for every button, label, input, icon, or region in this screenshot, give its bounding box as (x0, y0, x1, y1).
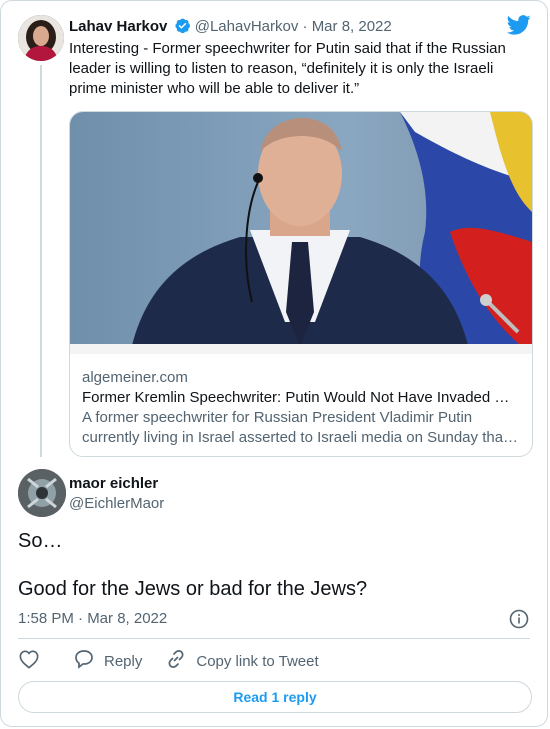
reply-text: So… Good for the Jews or bad for the Jew… (18, 529, 533, 601)
reply-text-line-1: So… (18, 530, 63, 552)
reply-author-handle[interactable]: @EichlerMaor (69, 494, 164, 514)
tweet-header: Lahav Harkov @LahavHarkov · Mar 8, 2022 (69, 17, 392, 38)
verified-badge-icon (174, 17, 191, 38)
link-preview-image (70, 112, 532, 355)
reply-label: Reply (104, 652, 143, 670)
tweet-date[interactable]: Mar 8, 2022 (312, 18, 392, 35)
header-separator: · (302, 18, 308, 35)
copy-link-label: Copy link to Tweet (196, 652, 319, 670)
link-description: A former speechwriter for Russian Presid… (82, 409, 519, 446)
tweet-embed-card: Lahav Harkov @LahavHarkov · Mar 8, 2022 … (0, 0, 548, 727)
reply-header: maor eichler @EichlerMaor (69, 474, 164, 514)
twitter-bird-icon[interactable] (506, 15, 531, 40)
read-replies-button[interactable]: Read 1 reply (18, 681, 532, 713)
like-button[interactable] (18, 649, 50, 673)
action-divider (18, 638, 530, 639)
reply-author-avatar[interactable] (18, 469, 66, 517)
author-handle[interactable]: @LahavHarkov (195, 18, 299, 35)
link-preview-meta: algemeiner.com Former Kremlin Speechwrit… (82, 368, 522, 448)
speech-bubble-icon (74, 649, 104, 673)
reply-button[interactable]: Reply (74, 649, 142, 673)
reply-author-name[interactable]: maor eichler (69, 474, 164, 494)
tweet-actions: Reply Copy link to Tweet (18, 649, 343, 673)
tweet-text: Interesting - Former speechwriter for Pu… (69, 40, 506, 97)
author-name[interactable]: Lahav Harkov (69, 18, 167, 35)
author-avatar[interactable] (18, 15, 64, 61)
thread-connector-line (40, 65, 42, 457)
info-icon[interactable] (509, 609, 529, 634)
copy-link-button[interactable]: Copy link to Tweet (166, 649, 319, 673)
reply-text-line-2: Good for the Jews or bad for the Jews? (18, 578, 368, 600)
link-preview-card[interactable]: algemeiner.com Former Kremlin Speechwrit… (69, 111, 533, 457)
link-icon (166, 649, 196, 673)
link-domain: algemeiner.com (82, 369, 188, 386)
heart-icon (18, 649, 50, 673)
reply-timestamp[interactable]: 1:58 PM · Mar 8, 2022 (18, 610, 167, 627)
link-title: Former Kremlin Speechwriter: Putin Would… (82, 389, 510, 406)
